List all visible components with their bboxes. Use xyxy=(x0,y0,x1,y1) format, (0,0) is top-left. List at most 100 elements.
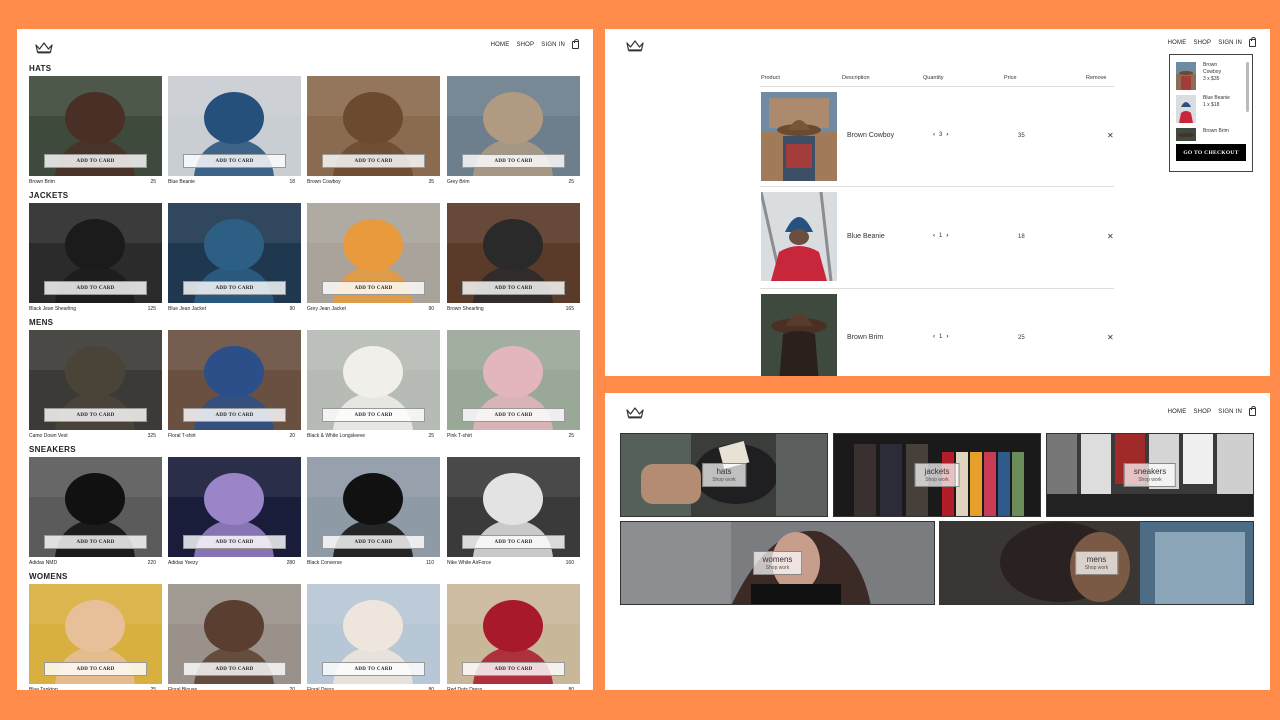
product-image[interactable]: ADD TO CARD xyxy=(168,584,301,684)
add-to-cart-button[interactable]: ADD TO CARD xyxy=(462,662,565,676)
product-image[interactable]: ADD TO CARD xyxy=(29,457,162,557)
product-image[interactable]: ADD TO CARD xyxy=(447,330,580,430)
shopping-bag-icon[interactable] xyxy=(572,39,579,49)
checkout-item-image xyxy=(761,92,837,181)
decrease-arrow-icon[interactable]: ‹ xyxy=(933,132,935,138)
checkout-item-name: Brown Brim xyxy=(847,334,884,341)
remove-icon[interactable]: ✕ xyxy=(1107,333,1114,342)
decrease-arrow-icon[interactable]: ‹ xyxy=(933,334,935,340)
product-name: Adidas Yeezy xyxy=(168,560,199,566)
product-image[interactable]: ADD TO CARD xyxy=(447,203,580,303)
product-image[interactable]: ADD TO CARD xyxy=(307,203,440,303)
nav-home[interactable]: HOME xyxy=(491,42,510,48)
category-subtitle: Shop work xyxy=(765,565,790,571)
product-image[interactable]: ADD TO CARD xyxy=(307,457,440,557)
nav-sign-in[interactable]: SIGN IN xyxy=(541,42,565,48)
product-meta: Blue Tanktop 25 xyxy=(29,687,156,690)
category-subtitle: Shop work xyxy=(925,477,949,483)
crown-icon[interactable] xyxy=(626,407,644,419)
product-image[interactable]: ADD TO CARD xyxy=(29,203,162,303)
add-to-cart-button[interactable]: ADD TO CARD xyxy=(183,154,286,168)
crown-icon[interactable] xyxy=(626,40,644,52)
product-image[interactable]: ADD TO CARD xyxy=(168,457,301,557)
category-label: mens Shop work xyxy=(1074,551,1119,575)
section-title: HATS xyxy=(29,64,52,73)
scrollbar[interactable] xyxy=(1246,62,1249,112)
category-label: jackets Shop work xyxy=(914,463,960,487)
category-title: hats xyxy=(716,467,732,476)
nav-shop[interactable]: SHOP xyxy=(1193,40,1211,46)
shopping-bag-icon[interactable] xyxy=(1249,406,1256,416)
category-tile-sneakers[interactable]: sneakers Shop work xyxy=(1046,433,1254,517)
quantity-stepper: ‹ 3 › xyxy=(933,132,948,138)
increase-arrow-icon[interactable]: › xyxy=(946,233,948,239)
product-name: Red Dots Dress xyxy=(447,687,483,690)
product-meta: Black Converse 110 xyxy=(307,560,434,566)
nav-sign-in[interactable]: SIGN IN xyxy=(1218,409,1242,415)
cart-item-name: Brown Cowboy xyxy=(1203,62,1222,75)
add-to-cart-button[interactable]: ADD TO CARD xyxy=(462,408,565,422)
add-to-cart-button[interactable]: ADD TO CARD xyxy=(462,535,565,549)
add-to-cart-button[interactable]: ADD TO CARD xyxy=(322,662,425,676)
add-to-cart-button[interactable]: ADD TO CARD xyxy=(322,154,425,168)
product-image[interactable]: ADD TO CARD xyxy=(29,584,162,684)
nav-home[interactable]: HOME xyxy=(1168,40,1187,46)
product-name: Camo Down Vest xyxy=(29,433,68,439)
category-tile-hats[interactable]: hats Shop work xyxy=(620,433,828,517)
nav-sign-in[interactable]: SIGN IN xyxy=(1218,40,1242,46)
category-tile-mens[interactable]: mens Shop work xyxy=(939,521,1254,605)
divider xyxy=(760,288,1114,289)
product-image[interactable]: ADD TO CARD xyxy=(307,76,440,176)
product-image[interactable]: ADD TO CARD xyxy=(168,330,301,430)
cart-item-thumbnail xyxy=(1176,62,1196,90)
crown-icon[interactable] xyxy=(35,42,53,54)
product-image[interactable]: ADD TO CARD xyxy=(29,330,162,430)
add-to-cart-button[interactable]: ADD TO CARD xyxy=(44,408,147,422)
divider xyxy=(760,86,1114,87)
product-image[interactable]: ADD TO CARD xyxy=(447,457,580,557)
add-to-cart-button[interactable]: ADD TO CARD xyxy=(462,281,565,295)
product-image[interactable]: ADD TO CARD xyxy=(29,76,162,176)
checkout-page-panel: HOME SHOP SIGN IN Product Description Qu… xyxy=(605,29,1270,376)
add-to-cart-button[interactable]: ADD TO CARD xyxy=(183,281,286,295)
add-to-cart-button[interactable]: ADD TO CARD xyxy=(183,408,286,422)
category-tile-jackets[interactable]: jackets Shop work xyxy=(833,433,1041,517)
decrease-arrow-icon[interactable]: ‹ xyxy=(933,233,935,239)
add-to-cart-button[interactable]: ADD TO CARD xyxy=(183,662,286,676)
add-to-cart-button[interactable]: ADD TO CARD xyxy=(322,281,425,295)
category-subtitle: Shop work xyxy=(712,477,736,483)
cart-item-detail: 3 x $35 xyxy=(1203,76,1220,82)
go-to-checkout-button[interactable]: GO TO CHECKOUT xyxy=(1176,144,1246,161)
add-to-cart-button[interactable]: ADD TO CARD xyxy=(322,535,425,549)
product-image[interactable]: ADD TO CARD xyxy=(447,76,580,176)
category-subtitle: Shop work xyxy=(1138,477,1162,483)
product-image[interactable]: ADD TO CARD xyxy=(168,76,301,176)
product-image[interactable]: ADD TO CARD xyxy=(307,584,440,684)
increase-arrow-icon[interactable]: › xyxy=(946,132,948,138)
category-label: hats Shop work xyxy=(702,463,746,487)
shopping-bag-icon[interactable] xyxy=(1249,37,1256,47)
product-price: 220 xyxy=(147,560,156,566)
product-name: Brown Shearling xyxy=(447,306,484,312)
add-to-cart-button[interactable]: ADD TO CARD xyxy=(462,154,565,168)
add-to-cart-button[interactable]: ADD TO CARD xyxy=(322,408,425,422)
add-to-cart-button[interactable]: ADD TO CARD xyxy=(44,154,147,168)
product-name: Black Converse xyxy=(307,560,343,566)
product-meta: Brown Brim 25 xyxy=(29,179,156,185)
product-name: Blue Jean Jacket xyxy=(168,306,207,312)
add-to-cart-button[interactable]: ADD TO CARD xyxy=(44,281,147,295)
product-image[interactable]: ADD TO CARD xyxy=(168,203,301,303)
nav-shop[interactable]: SHOP xyxy=(516,42,534,48)
add-to-cart-button[interactable]: ADD TO CARD xyxy=(183,535,286,549)
category-label: sneakers Shop work xyxy=(1123,463,1177,487)
remove-icon[interactable]: ✕ xyxy=(1107,232,1114,241)
nav-shop[interactable]: SHOP xyxy=(1193,409,1211,415)
add-to-cart-button[interactable]: ADD TO CARD xyxy=(44,662,147,676)
product-image[interactable]: ADD TO CARD xyxy=(447,584,580,684)
remove-icon[interactable]: ✕ xyxy=(1107,131,1114,140)
category-tile-womens[interactable]: womens Shop work xyxy=(620,521,935,605)
product-image[interactable]: ADD TO CARD xyxy=(307,330,440,430)
add-to-cart-button[interactable]: ADD TO CARD xyxy=(44,535,147,549)
nav-home[interactable]: HOME xyxy=(1168,409,1187,415)
increase-arrow-icon[interactable]: › xyxy=(946,334,948,340)
